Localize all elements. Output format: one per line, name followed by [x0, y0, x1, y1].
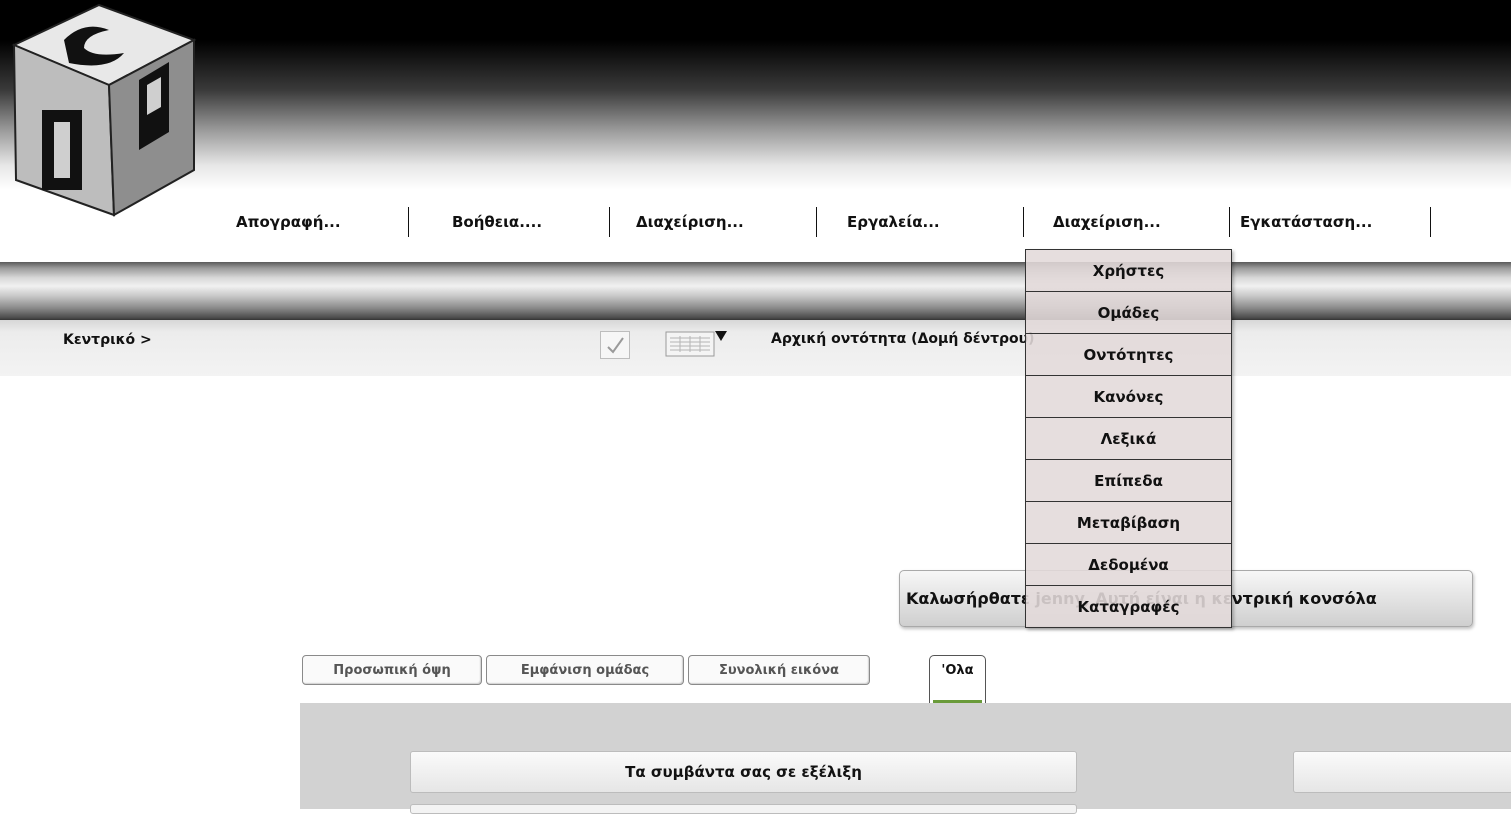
- dropdown-item-delegation[interactable]: Μεταβίβαση: [1025, 502, 1232, 544]
- dropdown-item-groups[interactable]: Ομάδες: [1025, 292, 1232, 334]
- dropdown-item-entities[interactable]: Οντότητες: [1025, 334, 1232, 376]
- events-in-progress-header[interactable]: Τα συμβάντα σας σε εξέλιξη: [410, 751, 1077, 793]
- breadcrumb[interactable]: Κεντρικό >: [63, 332, 152, 348]
- menu-item-tools[interactable]: Εργαλεία...: [817, 208, 1023, 236]
- menu-separator: [1430, 207, 1431, 237]
- dropdown-item-rules[interactable]: Κανόνες: [1025, 376, 1232, 418]
- menu-item-management-1[interactable]: Διαχείριση...: [610, 208, 816, 236]
- logo-cube-icon: [11, 3, 197, 217]
- right-panel-header[interactable]: [1293, 751, 1511, 793]
- checkmark-icon[interactable]: [600, 331, 630, 359]
- dropdown-item-users[interactable]: Χρήστες: [1025, 249, 1232, 292]
- main-menu: Απογραφή... Βοήθεια.... Διαχείριση... Ερ…: [236, 207, 1431, 237]
- menu-item-inventory[interactable]: Απογραφή...: [236, 208, 408, 236]
- grid-view-dropdown-icon[interactable]: [665, 328, 729, 358]
- menu-item-help[interactable]: Βοήθεια....: [409, 208, 609, 236]
- view-tabs: Προσωπική όψη Εμφάνιση ομάδας Συνολική ε…: [302, 655, 874, 685]
- dropdown-item-logs[interactable]: Καταγραφές: [1025, 586, 1232, 628]
- menu-item-installation[interactable]: Εγκατάσταση...: [1230, 208, 1430, 236]
- menu-item-management-2[interactable]: Διαχείριση...: [1024, 208, 1229, 236]
- events-list-row: [410, 804, 1077, 814]
- management-dropdown-menu: Χρήστες Ομάδες Οντότητες Κανόνες Λεξικά …: [1025, 249, 1232, 628]
- tab-all[interactable]: 'Ολα: [929, 655, 986, 703]
- dropdown-item-data[interactable]: Δεδομένα: [1025, 544, 1232, 586]
- tab-group-view[interactable]: Εμφάνιση ομάδας: [486, 655, 684, 685]
- tab-personal-view[interactable]: Προσωπική όψη: [302, 655, 482, 685]
- header-banner: [0, 0, 1511, 205]
- tab-overview[interactable]: Συνολική εικόνα: [688, 655, 870, 685]
- dropdown-item-levels[interactable]: Επίπεδα: [1025, 460, 1232, 502]
- toolbar-gradient-bar: [0, 262, 1511, 320]
- breadcrumb-bar: [0, 320, 1511, 376]
- root-entity-label: Αρχική οντότητα (Δομή δέντρου): [771, 331, 1035, 347]
- dropdown-item-dictionaries[interactable]: Λεξικά: [1025, 418, 1232, 460]
